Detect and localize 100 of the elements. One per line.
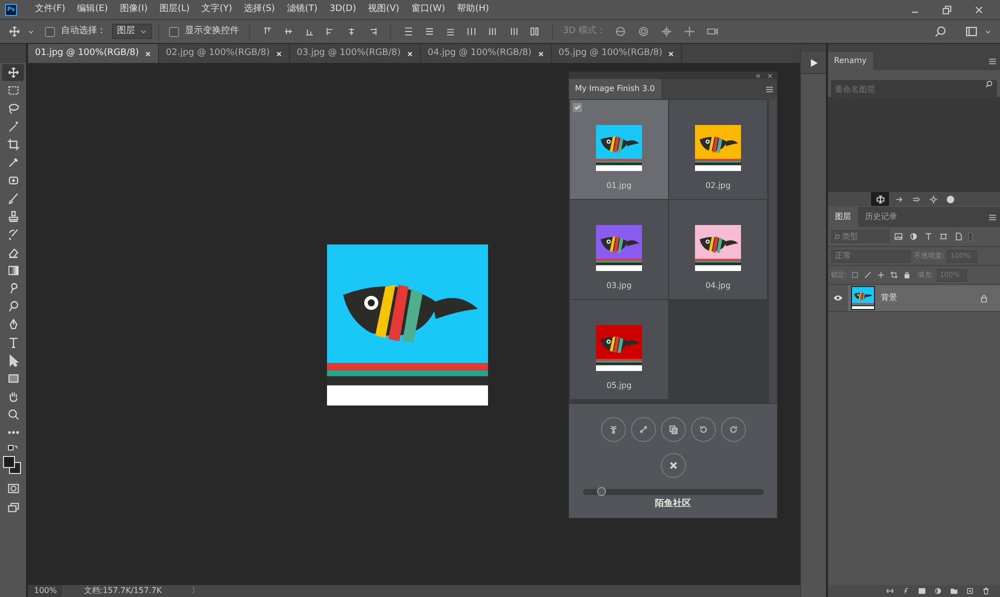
checkbox[interactable] [45, 26, 55, 36]
distribute-icon[interactable] [424, 26, 435, 37]
mask-icon[interactable] [918, 587, 926, 595]
status-arrow[interactable]: 〉 [192, 585, 200, 597]
thumbnail-card[interactable]: 02.jpg [669, 100, 768, 199]
menu-item[interactable]: 文字(Y) [196, 2, 238, 16]
camera-3d-icon[interactable] [614, 25, 627, 38]
delete-button[interactable] [660, 453, 686, 478]
zoom-field[interactable]: 100% [28, 585, 62, 597]
link-icon[interactable] [886, 587, 894, 595]
close-icon[interactable] [144, 50, 151, 56]
layer-dropdown[interactable]: 图层 [112, 24, 152, 39]
camera-3d-icon[interactable] [660, 25, 673, 38]
thumbnail-card[interactable]: 01.jpg [570, 100, 668, 199]
restore-icon[interactable] [941, 4, 953, 16]
adjust-filter-icon[interactable] [909, 232, 918, 241]
close-icon[interactable] [767, 72, 773, 78]
lock-all-icon[interactable] [903, 271, 912, 279]
thumbnail-card[interactable]: 04.jpg [669, 200, 768, 299]
search-field[interactable]: 重命名图层 [831, 80, 997, 98]
checkbox[interactable] [169, 26, 179, 36]
lock-pixels-icon[interactable] [851, 271, 860, 279]
close-icon[interactable] [538, 50, 544, 56]
lock-paint-icon[interactable] [864, 271, 872, 279]
close-icon[interactable] [276, 50, 282, 56]
menu-item[interactable]: 帮助(H) [451, 2, 495, 16]
move-icon[interactable] [8, 25, 21, 38]
camera-3d-icon[interactable] [636, 25, 650, 38]
share-button[interactable] [600, 417, 626, 442]
size-slider[interactable] [582, 489, 764, 495]
menu-item[interactable]: 图像(I) [114, 2, 154, 16]
menu-icon[interactable] [988, 56, 997, 66]
menu-item[interactable]: 文件(F) [29, 2, 72, 16]
rotate-left-button[interactable] [690, 417, 716, 442]
layer-row[interactable]: 背景 [848, 285, 1000, 311]
menu-item[interactable]: 图层(L) [154, 2, 196, 16]
quick-mask-icon[interactable] [6, 482, 20, 495]
distribute-icon[interactable] [445, 26, 456, 37]
menu-icon[interactable] [765, 84, 774, 94]
next-icon[interactable] [895, 194, 904, 204]
color-swatches[interactable] [3, 456, 23, 476]
menu-icon[interactable] [988, 212, 997, 222]
new-layer-icon[interactable] [966, 587, 974, 595]
play-button[interactable] [800, 52, 826, 74]
rotate-right-icon[interactable] [728, 424, 738, 435]
filter-toggle[interactable] [968, 232, 973, 242]
lock-position-icon[interactable] [877, 271, 886, 279]
screen-mode-icon[interactable] [6, 501, 20, 514]
close-icon[interactable] [668, 50, 674, 56]
copy-icon[interactable] [668, 424, 678, 435]
rotate-left-icon[interactable] [698, 424, 708, 435]
panel-tab[interactable]: 历史记录 [858, 207, 904, 227]
menu-item[interactable]: 选择(S) [238, 2, 281, 16]
search-icon[interactable] [934, 25, 947, 38]
folder-icon[interactable] [950, 587, 958, 595]
align-icon[interactable] [283, 26, 294, 37]
caret-icon[interactable] [140, 28, 147, 35]
camera-3d-icon[interactable] [706, 25, 719, 38]
rename-icon[interactable] [871, 192, 889, 206]
lock-artboard-icon[interactable] [890, 271, 898, 279]
image-filter-icon[interactable] [894, 232, 903, 241]
type-filter-icon[interactable] [924, 232, 933, 241]
rotate-right-button[interactable] [720, 417, 746, 442]
slider-thumb[interactable] [596, 487, 606, 496]
thumbnail-card[interactable]: 05.jpg [570, 300, 668, 399]
distribute-icon[interactable] [508, 26, 519, 37]
align-icon[interactable] [346, 26, 357, 37]
branch-icon[interactable] [608, 424, 618, 435]
thumbnail-card[interactable]: 03.jpg [570, 200, 668, 299]
panel-tab[interactable]: 图层 [828, 207, 858, 227]
play-icon[interactable] [808, 58, 818, 68]
panel-tab[interactable]: Renamy [828, 52, 873, 70]
distribute-icon[interactable] [487, 26, 498, 37]
replace-icon[interactable] [912, 194, 921, 204]
settings-icon[interactable] [929, 194, 938, 204]
close-icon[interactable] [973, 4, 985, 16]
expand-icon[interactable] [638, 424, 648, 435]
check-icon[interactable] [573, 103, 582, 112]
shape-filter-icon[interactable] [939, 232, 948, 241]
workspace-icon[interactable] [965, 25, 978, 38]
search-icon[interactable] [834, 234, 840, 240]
trash-icon[interactable] [982, 587, 990, 595]
adjustment-icon[interactable] [934, 587, 942, 595]
scrollbar[interactable] [769, 99, 777, 403]
distribute-icon[interactable] [529, 26, 540, 37]
panel-tab[interactable]: My Image Finish 3.0 [569, 79, 661, 99]
close-icon[interactable] [668, 461, 678, 470]
smart-filter-icon[interactable] [954, 232, 963, 241]
collapse-icon[interactable] [755, 72, 761, 78]
menu-item[interactable]: 编辑(E) [71, 2, 114, 16]
distribute-icon[interactable] [403, 26, 414, 37]
menu-item[interactable]: 视图(V) [362, 2, 406, 16]
search-icon[interactable] [985, 80, 993, 88]
move-tool-icon[interactable] [2, 64, 24, 81]
fx-icon[interactable] [902, 587, 910, 595]
menu-item[interactable]: 3D(D) [323, 2, 362, 16]
copy-button[interactable] [660, 417, 686, 442]
camera-3d-icon[interactable] [682, 25, 696, 38]
menu-item[interactable]: 窗口(W) [405, 2, 452, 16]
menu-item[interactable]: 滤镜(T) [280, 2, 324, 16]
